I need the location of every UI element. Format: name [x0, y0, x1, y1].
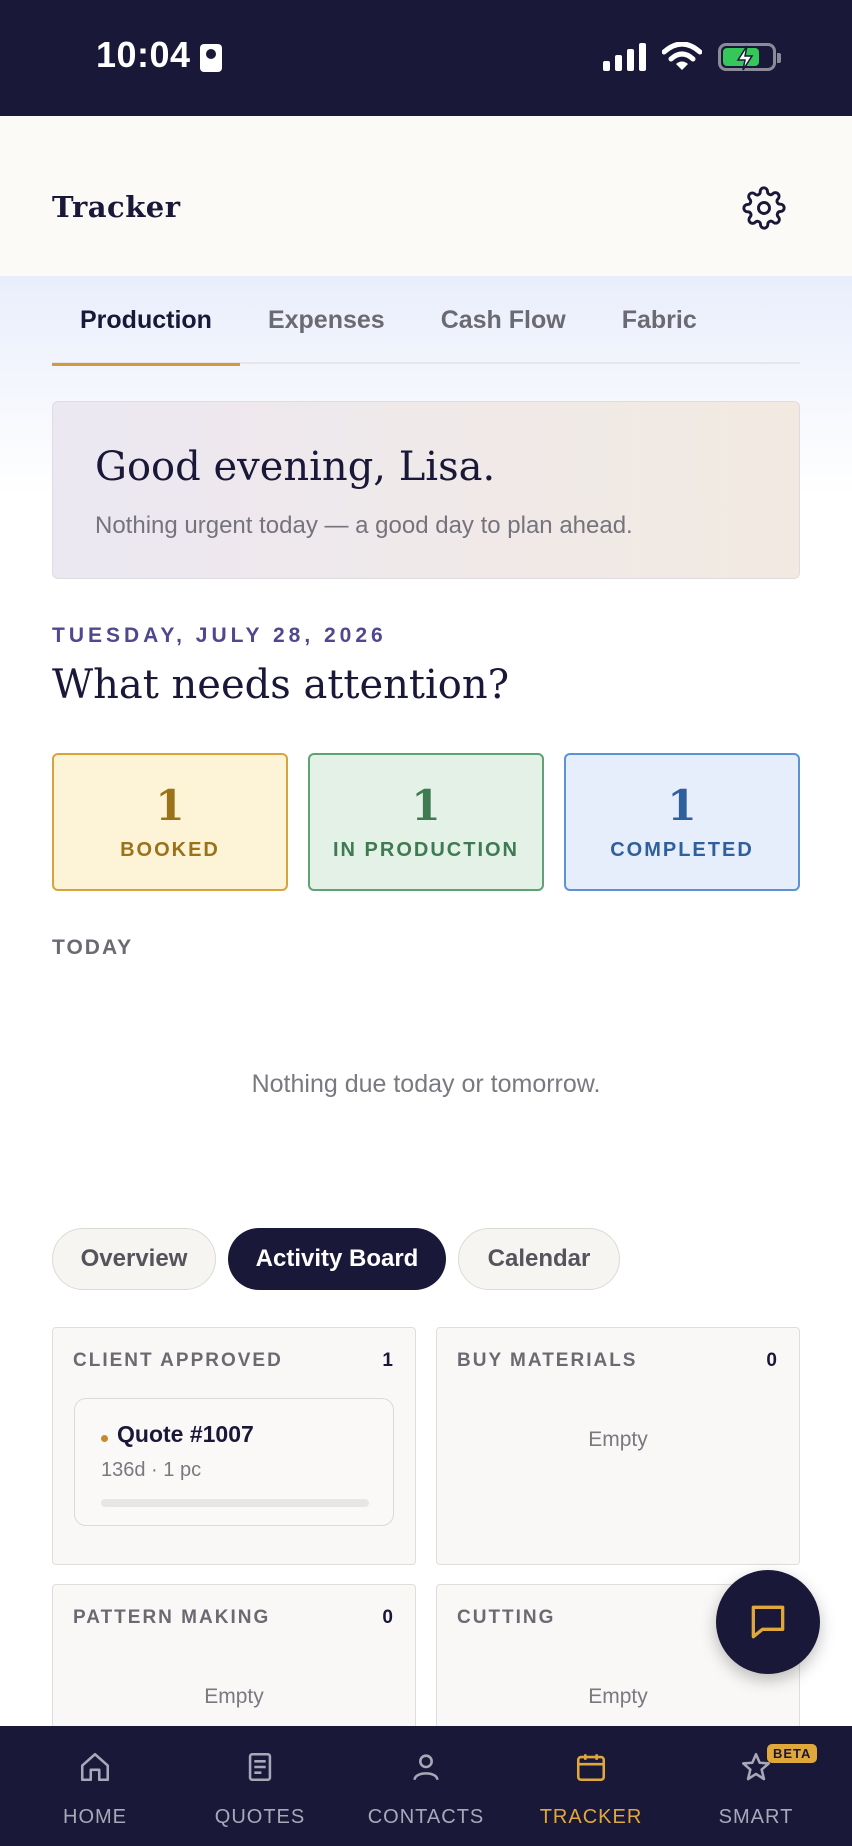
- column-title: PATTERN MAKING: [73, 1607, 271, 1628]
- nav-smart[interactable]: BETA SMART: [671, 1726, 841, 1846]
- nav-tracker[interactable]: TRACKER: [506, 1726, 676, 1846]
- greeting-subtitle: Nothing urgent today — a good day to pla…: [95, 512, 633, 539]
- nav-contacts-label: CONTACTS: [367, 1806, 485, 1828]
- nav-quotes-label: QUOTES: [214, 1806, 306, 1828]
- quote-title: Quote #1007: [117, 1421, 254, 1447]
- contact-card-icon: [200, 44, 222, 72]
- column-count: 0: [382, 1607, 393, 1628]
- nav-tracker-label: TRACKER: [539, 1806, 643, 1828]
- stat-completed-label: COMPLETED: [610, 839, 754, 861]
- nav-smart-label: SMART: [718, 1806, 794, 1828]
- stat-completed-value: 1: [667, 781, 697, 830]
- quote-meta: 136d · 1 pc: [101, 1459, 202, 1481]
- greeting-title: Good evening, Lisa.: [95, 444, 496, 490]
- page-title: Tracker: [52, 190, 181, 224]
- column-title: CLIENT APPROVED: [73, 1350, 283, 1371]
- column-title: CUTTING: [457, 1607, 556, 1628]
- view-calendar-button[interactable]: Calendar: [458, 1228, 620, 1290]
- battery-icon: [718, 43, 781, 71]
- person-icon: [413, 1754, 439, 1781]
- beta-badge: BETA: [767, 1744, 818, 1763]
- wifi-icon: [662, 42, 702, 70]
- column-count: 1: [382, 1350, 393, 1371]
- stat-booked-card[interactable]: 1 BOOKED: [52, 753, 288, 891]
- greeting-card: Good evening, Lisa. Nothing urgent today…: [52, 401, 800, 579]
- status-bar: 10:04: [0, 0, 852, 116]
- stat-in-production-label: IN PRODUCTION: [333, 839, 519, 861]
- quote-progress-bar: [101, 1499, 369, 1507]
- status-time: 10:04: [96, 34, 191, 75]
- section-tabs: Production Expenses Cash Flow Fabric: [52, 276, 800, 366]
- nav-home[interactable]: HOME: [10, 1726, 180, 1846]
- column-count: 0: [766, 1350, 777, 1371]
- stat-booked-label: BOOKED: [120, 839, 220, 861]
- cellular-signal-icon: [603, 43, 646, 71]
- stat-in-production-card[interactable]: 1 IN PRODUCTION: [308, 753, 544, 891]
- calendar-icon: [576, 1754, 606, 1782]
- date-label: TUESDAY, JULY 28, 2026: [52, 624, 387, 647]
- tab-production[interactable]: Production: [52, 276, 240, 366]
- column-empty-text: Empty: [588, 1428, 648, 1451]
- chat-fab-button[interactable]: [716, 1570, 820, 1674]
- tab-fabric[interactable]: Fabric: [594, 276, 725, 364]
- view-activity-board-button[interactable]: Activity Board: [228, 1228, 446, 1290]
- app-header: Tracker: [0, 116, 852, 276]
- column-title: BUY MATERIALS: [457, 1350, 638, 1371]
- nav-quotes[interactable]: QUOTES: [175, 1726, 345, 1846]
- stat-completed-card[interactable]: 1 COMPLETED: [564, 753, 800, 891]
- today-section-label: TODAY: [52, 936, 134, 959]
- quote-card[interactable]: Quote #1007 136d · 1 pc: [74, 1398, 394, 1526]
- chat-bubble-icon: [751, 1605, 785, 1639]
- tab-expenses[interactable]: Expenses: [240, 276, 413, 364]
- status-indicators: [603, 42, 781, 72]
- stat-in-production-value: 1: [411, 781, 441, 830]
- status-dot: [101, 1435, 108, 1442]
- document-icon: [248, 1752, 272, 1782]
- nav-contacts[interactable]: CONTACTS: [341, 1726, 511, 1846]
- board-column-client-approved: CLIENT APPROVED 1 Quote #1007 136d · 1 p…: [52, 1327, 416, 1565]
- settings-gear-icon[interactable]: [742, 186, 786, 230]
- home-icon: [80, 1752, 110, 1782]
- tab-cash-flow[interactable]: Cash Flow: [413, 276, 594, 364]
- nav-home-label: HOME: [63, 1806, 127, 1828]
- column-empty-text: Empty: [588, 1685, 648, 1708]
- stat-booked-value: 1: [155, 781, 185, 830]
- attention-heading: What needs attention?: [52, 662, 510, 708]
- today-empty-message: Nothing due today or tomorrow.: [251, 1070, 601, 1098]
- column-empty-text: Empty: [204, 1685, 264, 1708]
- view-overview-button[interactable]: Overview: [52, 1228, 216, 1290]
- board-column-buy-materials: BUY MATERIALS 0 Empty: [436, 1327, 800, 1565]
- bottom-navigation: HOME QUOTES CONTACTS TRACKER BETA SMART: [0, 1726, 852, 1846]
